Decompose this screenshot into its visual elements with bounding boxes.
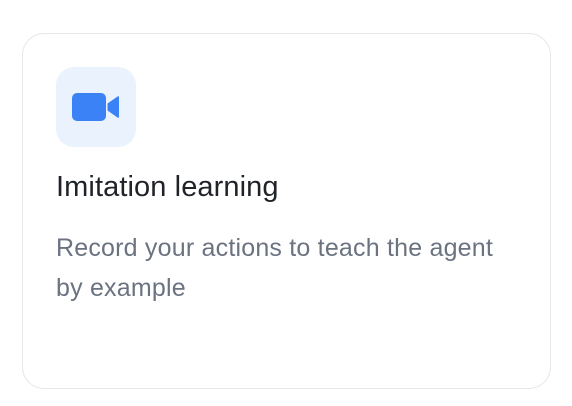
- card-description: Record your actions to teach the agent b…: [56, 234, 494, 302]
- icon-tile: [56, 67, 136, 147]
- video-camera-icon: [72, 93, 119, 121]
- imitation-learning-card[interactable]: Imitation learning Record your actions t…: [22, 33, 551, 389]
- card-title: Imitation learning: [56, 171, 279, 203]
